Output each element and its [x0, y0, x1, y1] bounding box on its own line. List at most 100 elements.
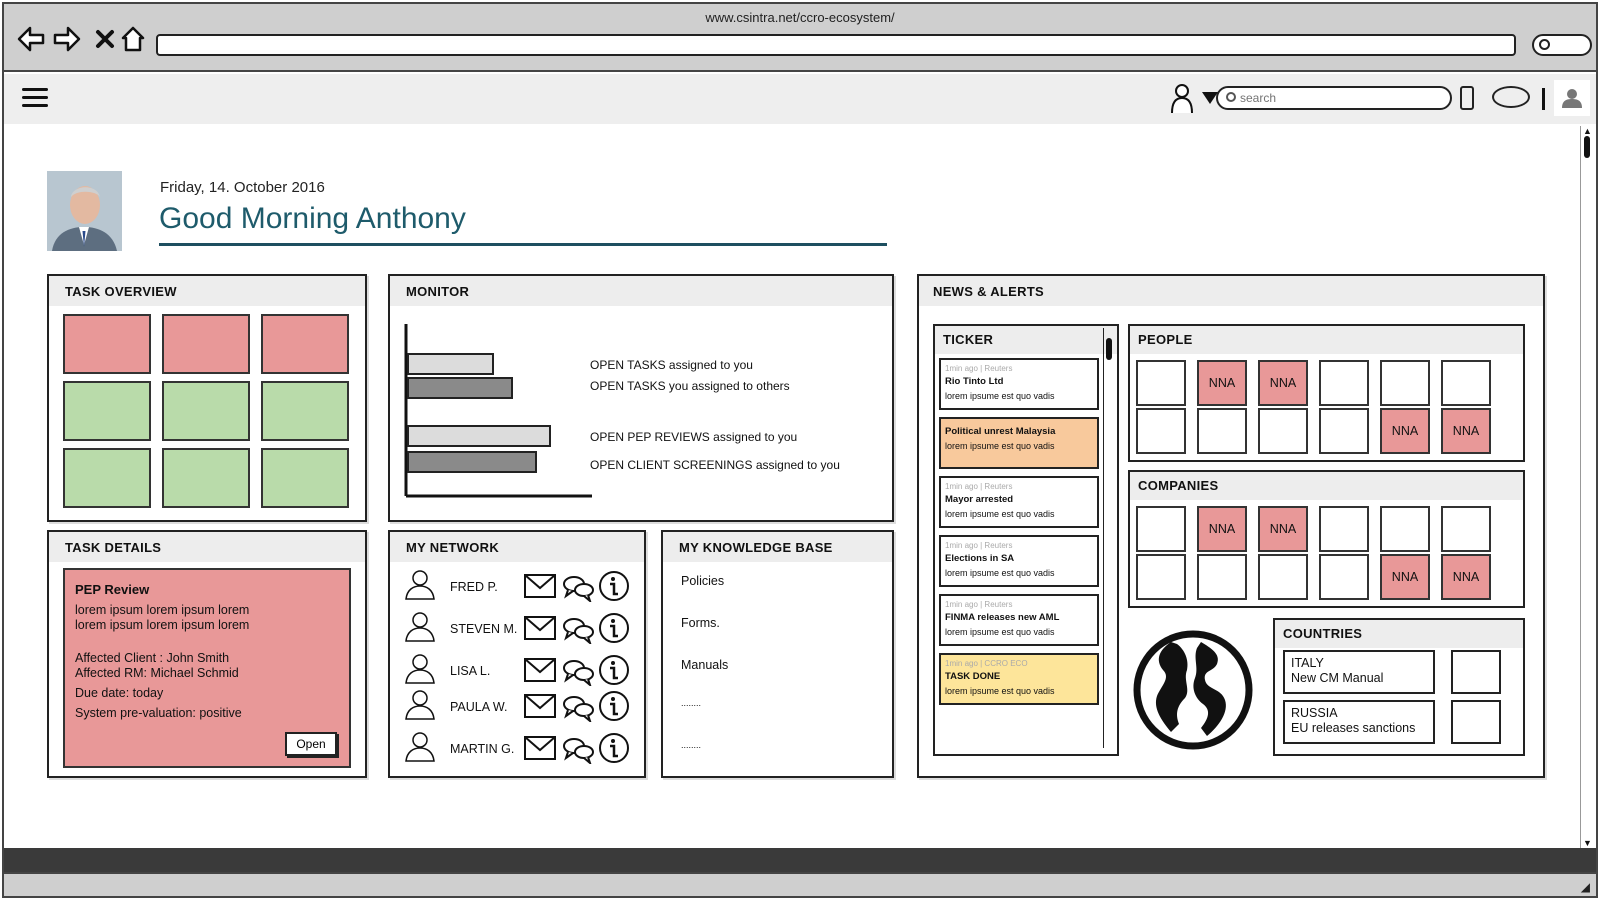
company-tile[interactable]: NNA [1258, 506, 1308, 552]
company-tile[interactable] [1258, 554, 1308, 600]
kb-item-more-2[interactable]: ........ [681, 740, 701, 750]
chat-icon[interactable] [562, 694, 594, 722]
task-tile[interactable] [63, 314, 151, 374]
browser-search-field[interactable] [1532, 34, 1592, 56]
company-tile[interactable] [1441, 506, 1491, 552]
company-tile[interactable] [1380, 506, 1430, 552]
people-tile[interactable] [1441, 360, 1491, 406]
people-tile[interactable]: NNA [1197, 360, 1247, 406]
chat-icon[interactable] [562, 658, 594, 686]
chat-icon[interactable] [562, 736, 594, 764]
company-tile[interactable]: NNA [1197, 506, 1247, 552]
people-tile[interactable] [1136, 360, 1186, 406]
ticker-item[interactable]: 1min ago | Reuters Rio Tinto Ltd lorem ips… [939, 358, 1099, 410]
country-box[interactable] [1451, 650, 1501, 694]
task-tile[interactable] [261, 314, 349, 374]
chat-icon[interactable] [562, 616, 594, 644]
people-tile[interactable] [1197, 408, 1247, 454]
task-tile[interactable] [63, 448, 151, 508]
ticker-item[interactable]: 1min ago | Reuters Elections in SA lorem i… [939, 535, 1099, 587]
ticker-panel: TICKER 1min ago | Reuters Rio Tinto Ltd lo… [933, 324, 1119, 756]
open-task-button[interactable]: Open [285, 732, 337, 756]
task-card-title: PEP Review [75, 582, 150, 597]
company-tile[interactable]: NNA [1380, 554, 1430, 600]
chat-bubble-icon[interactable] [1492, 86, 1530, 108]
network-contact-row[interactable]: MARTIN G. [404, 730, 634, 766]
people-tile[interactable] [1258, 408, 1308, 454]
task-card[interactable]: PEP Review lorem ipsum lorem ipsum lorem… [63, 568, 351, 768]
task-tile[interactable] [261, 448, 349, 508]
countries-title: COUNTRIES [1275, 620, 1523, 648]
kb-item-policies[interactable]: Policies [681, 574, 724, 588]
ticker-scrollbar[interactable] [1103, 328, 1115, 748]
forward-icon[interactable] [52, 24, 82, 54]
task-tile[interactable] [63, 381, 151, 441]
task-tile[interactable] [162, 448, 250, 508]
country-item-italy[interactable]: ITALY New CM Manual [1283, 650, 1435, 694]
search-icon [1539, 39, 1550, 50]
mail-icon[interactable] [524, 574, 556, 598]
mail-icon[interactable] [524, 658, 556, 682]
people-tile[interactable]: NNA [1258, 360, 1308, 406]
user-silhouette-icon[interactable] [1170, 82, 1194, 114]
user-outline-icon [405, 732, 435, 762]
ticker-item[interactable]: Political unrest Malaysia lorem ipsume es… [939, 417, 1099, 469]
scroll-thumb[interactable] [1584, 136, 1590, 158]
network-contact-row[interactable]: LISA L. [404, 652, 634, 688]
company-tile[interactable] [1319, 506, 1369, 552]
ticker-headline: Elections in SA [945, 553, 1015, 564]
ticker-scroll-thumb[interactable] [1106, 338, 1112, 360]
scroll-down-icon[interactable]: ▼ [1583, 838, 1592, 848]
affected-rm: Affected RM: Michael Schmid [75, 666, 239, 680]
kb-item-manuals[interactable]: Manuals [681, 658, 728, 672]
people-tile[interactable] [1136, 408, 1186, 454]
menu-icon[interactable] [22, 88, 48, 108]
ticker-meta: 1min ago | Reuters [945, 364, 1013, 373]
people-title: PEOPLE [1130, 326, 1523, 354]
ticker-item[interactable]: 1min ago | Reuters Mayor arrested lorem ip… [939, 476, 1099, 528]
company-tile[interactable] [1319, 554, 1369, 600]
stop-icon[interactable] [90, 24, 120, 54]
info-icon[interactable] [598, 732, 630, 764]
country-item-russia[interactable]: RUSSIA EU releases sanctions [1283, 700, 1435, 744]
kb-item-forms[interactable]: Forms. [681, 616, 720, 630]
home-icon[interactable] [118, 24, 148, 54]
mail-icon[interactable] [524, 694, 556, 718]
mail-icon[interactable] [524, 736, 556, 760]
people-tile[interactable]: NNA [1441, 408, 1491, 454]
country-box[interactable] [1451, 700, 1501, 744]
info-icon[interactable] [598, 570, 630, 602]
back-icon[interactable] [16, 24, 46, 54]
search-input[interactable] [1240, 90, 1440, 106]
info-icon[interactable] [598, 612, 630, 644]
company-tile[interactable] [1136, 506, 1186, 552]
mobile-device-icon[interactable] [1460, 86, 1474, 110]
search-box[interactable] [1216, 86, 1452, 110]
task-tile[interactable] [162, 314, 250, 374]
chat-icon[interactable] [562, 574, 594, 602]
company-tile[interactable]: NNA [1441, 554, 1491, 600]
ticker-item[interactable]: 1min ago | Reuters FINMA releases new AML… [939, 594, 1099, 646]
network-contact-row[interactable]: PAULA W. [404, 688, 634, 724]
people-tile[interactable] [1380, 360, 1430, 406]
task-tile[interactable] [162, 381, 250, 441]
company-tile[interactable] [1136, 554, 1186, 600]
network-contact-row[interactable]: STEVEN M. [404, 610, 634, 646]
task-tile[interactable] [261, 381, 349, 441]
kb-item-more-1[interactable]: ........ [681, 698, 701, 708]
resize-grip-icon[interactable]: ◢ [1581, 880, 1590, 894]
company-tile[interactable] [1197, 554, 1247, 600]
network-contact-row[interactable]: FRED P. [404, 568, 634, 604]
search-icon [1226, 92, 1236, 102]
page-scrollbar[interactable]: ▲ ▼ [1580, 126, 1594, 848]
user-avatar-button[interactable] [1554, 80, 1590, 116]
ticker-item[interactable]: 1min ago | CCRO ECO TASK DONE lorem ipsume… [939, 653, 1099, 705]
info-icon[interactable] [598, 654, 630, 686]
address-bar[interactable] [156, 34, 1516, 56]
people-tile[interactable] [1319, 408, 1369, 454]
people-tile[interactable]: NNA [1380, 408, 1430, 454]
mail-icon[interactable] [524, 616, 556, 640]
people-tile[interactable] [1319, 360, 1369, 406]
scroll-up-icon[interactable]: ▲ [1583, 126, 1592, 136]
info-icon[interactable] [598, 690, 630, 722]
